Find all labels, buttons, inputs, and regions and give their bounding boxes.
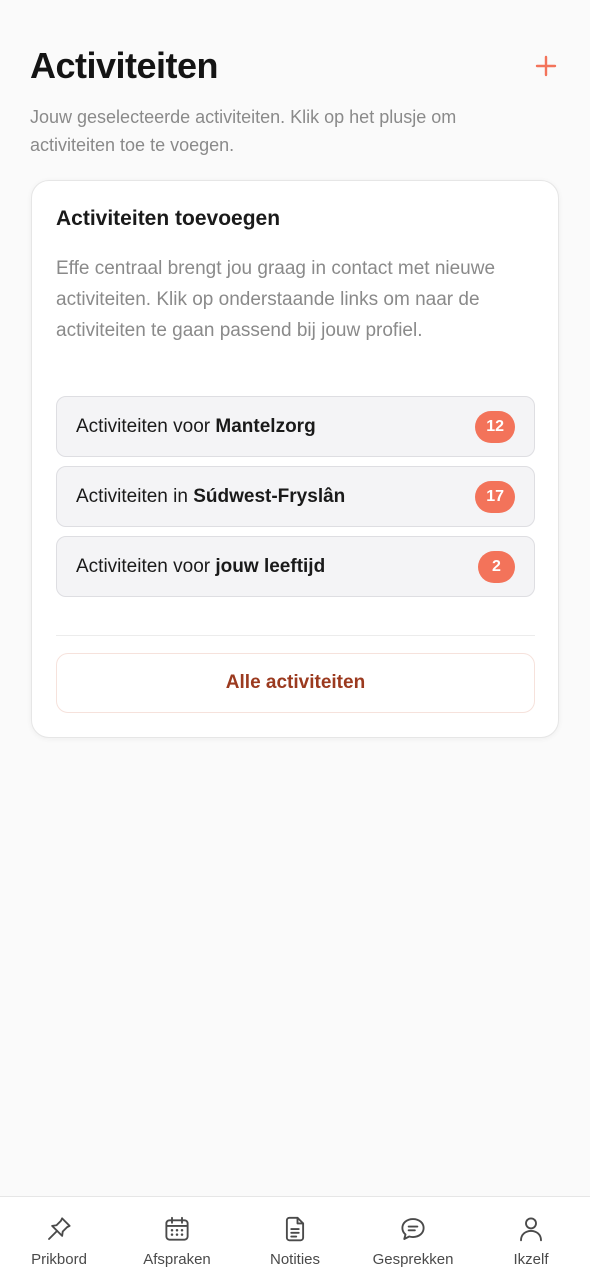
tab-notities[interactable]: Notities bbox=[236, 1197, 354, 1279]
activities-page: Activiteiten Jouw geselecteerde activite… bbox=[0, 0, 590, 1279]
header: Activiteiten bbox=[30, 40, 560, 92]
tab-label: Ikzelf bbox=[513, 1251, 549, 1268]
person-icon bbox=[515, 1213, 547, 1245]
link-label: Activiteiten voor Mantelzorg bbox=[76, 415, 316, 437]
link-age[interactable]: Activiteiten voor jouw leeftijd 2 bbox=[56, 536, 535, 597]
tab-prikbord[interactable]: Prikbord bbox=[0, 1197, 118, 1279]
tab-label: Notities bbox=[269, 1251, 321, 1268]
add-activities-card: Activiteiten toevoegen Effe centraal bre… bbox=[31, 180, 559, 738]
tab-label: Prikbord bbox=[31, 1251, 87, 1268]
divider bbox=[56, 635, 535, 636]
document-icon bbox=[279, 1213, 311, 1245]
tab-label: Afspraken bbox=[143, 1251, 211, 1268]
count-badge: 2 bbox=[478, 550, 515, 583]
page-title: Activiteiten bbox=[30, 45, 219, 86]
add-activity-button[interactable] bbox=[526, 46, 566, 86]
count-badge: 12 bbox=[475, 410, 515, 443]
tab-label: Gesprekken bbox=[372, 1251, 454, 1268]
tab-afspraken[interactable]: Afspraken bbox=[118, 1197, 236, 1279]
link-mantelzorg[interactable]: Activiteiten voor Mantelzorg 12 bbox=[56, 396, 535, 457]
count-badge: 17 bbox=[475, 480, 515, 513]
calendar-icon bbox=[161, 1213, 193, 1245]
link-label: Activiteiten voor jouw leeftijd bbox=[76, 555, 326, 577]
plus-icon bbox=[535, 55, 557, 77]
bottom-tab-bar: Prikbord Afspraken Notities Gesprekken I… bbox=[0, 1196, 590, 1279]
card-description: Effe centraal brengt jou graag in contac… bbox=[56, 258, 496, 341]
card-title: Activiteiten toevoegen bbox=[56, 207, 281, 230]
link-label: Activiteiten in Súdwest-Fryslân bbox=[76, 485, 346, 507]
chat-bubble-icon bbox=[397, 1213, 429, 1245]
link-region[interactable]: Activiteiten in Súdwest-Fryslân 17 bbox=[56, 466, 535, 527]
tab-ikzelf[interactable]: Ikzelf bbox=[472, 1197, 590, 1279]
all-activities-button[interactable]: Alle activiteiten bbox=[56, 653, 535, 713]
tab-gesprekken[interactable]: Gesprekken bbox=[354, 1197, 472, 1279]
page-subtitle: Jouw geselecteerde activiteiten. Klik op… bbox=[30, 107, 457, 155]
pin-icon bbox=[43, 1213, 75, 1245]
